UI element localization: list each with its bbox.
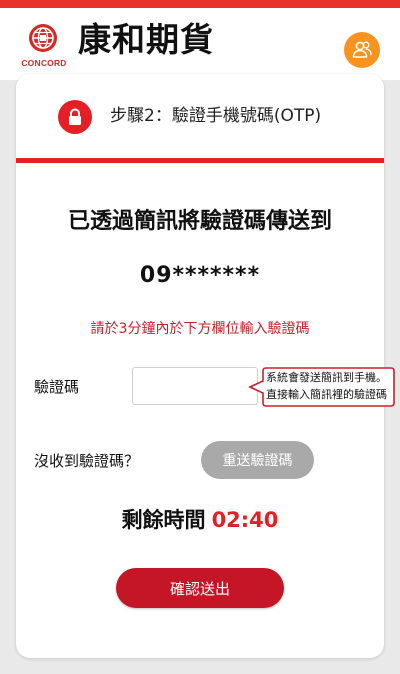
top-accent-bar <box>0 0 400 8</box>
tooltip-text: 系統會發送簡訊到手機。 直接輸入簡訊裡的驗證碼 <box>266 369 394 403</box>
step-header: 步驟2：驗證手機號碼(OTP) <box>16 74 384 158</box>
tooltip-line-1: 系統會發送簡訊到手機。 <box>266 371 387 384</box>
app-header: CONCORD 康和期貨 <box>0 8 400 80</box>
lock-icon <box>69 108 81 125</box>
remaining-time-value: 02:40 <box>211 508 279 532</box>
header-divider <box>16 158 384 163</box>
concord-globe-logo-icon <box>29 24 57 52</box>
user-menu-button[interactable] <box>344 32 380 68</box>
lock-badge <box>58 100 92 134</box>
time-limit-hint: 請於3分鐘內於下方欄位輸入驗證碼 <box>90 321 310 337</box>
not-received-label: 沒收到驗證碼？ <box>34 452 140 470</box>
code-label: 驗證碼 <box>34 378 80 396</box>
code-tooltip: 系統會發送簡訊到手機。 直接輸入簡訊裡的驗證碼 <box>246 365 397 409</box>
sms-sent-title: 已透過簡訊將驗證碼傳送到 <box>67 209 332 234</box>
tooltip-line-2: 直接輸入簡訊裡的驗證碼 <box>266 388 387 401</box>
confirm-submit-button[interactable]: 確認送出 <box>116 568 284 608</box>
remaining-time-label: 剩餘時間 <box>121 508 206 532</box>
masked-phone-number: 09******* <box>139 263 261 288</box>
brand-sub-text: CONCORD <box>21 58 67 68</box>
otp-card: 步驟2：驗證手機號碼(OTP) 已透過簡訊將驗證碼傳送到 09******* 請… <box>16 74 395 658</box>
brand-name: 康和期貨 <box>78 20 214 59</box>
user-group-icon <box>352 41 372 58</box>
otp-code-input[interactable] <box>132 367 258 405</box>
step-title: 步驟2：驗證手機號碼(OTP) <box>110 106 322 126</box>
remaining-time: 剩餘時間 02:40 <box>16 505 384 535</box>
resend-code-button[interactable]: 重送驗證碼 <box>201 441 314 479</box>
